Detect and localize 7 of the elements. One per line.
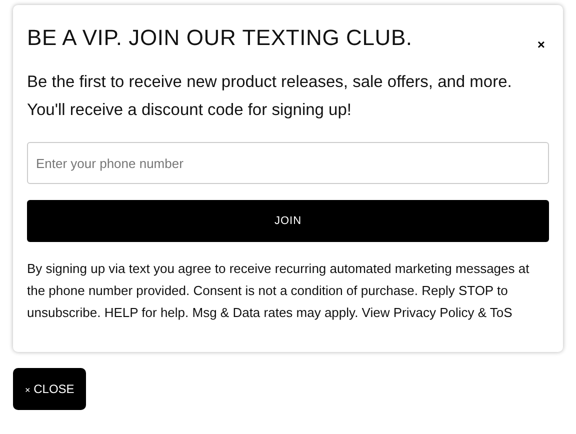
close-button[interactable]: × [533, 37, 549, 52]
popup-description: Be the first to receive new product releases, sale offers, and more. You'll receive a discount code for signing up! [27, 72, 513, 121]
phone-input-field[interactable]: Enter your phone number [27, 142, 549, 184]
close-tab-button[interactable]: × CLOSE [13, 368, 86, 410]
disclaimer-text: By signing up via text you agree to receive recurring automated marketing messages at the phone number provided. Consent is not a condition of purchase. Reply STOP to unsubscribe. HELP for help. Msg & Data rates may apply. View Privacy Policy & ToS [27, 260, 530, 322]
popup-title: BE A VIP. JOIN OUR TEXTING CLUB. [27, 25, 412, 51]
join-button[interactable]: JOIN [27, 200, 549, 242]
